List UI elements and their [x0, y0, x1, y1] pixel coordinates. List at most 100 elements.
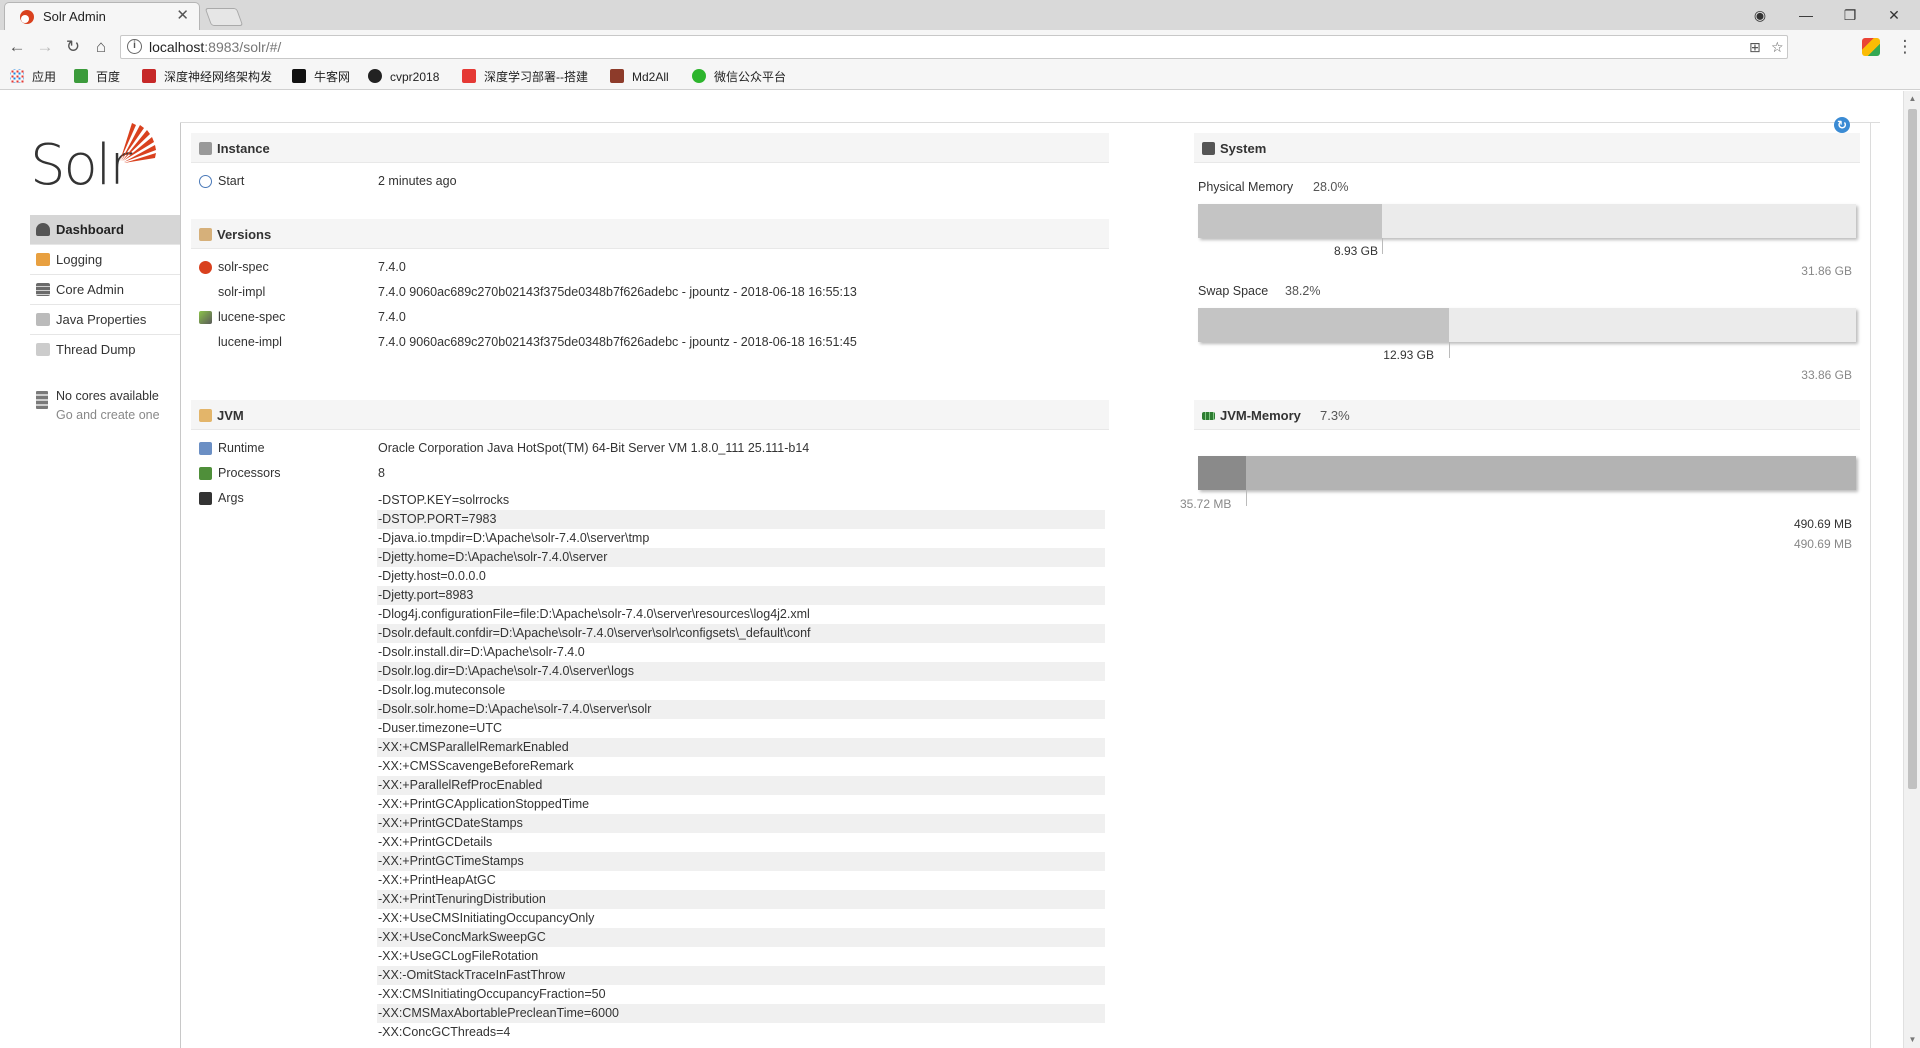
- scrollbar-thumb[interactable]: [1908, 109, 1917, 789]
- jvm-memory-tick: [1246, 490, 1247, 506]
- bookmark-baidu[interactable]: 百度: [74, 68, 120, 86]
- sidebar-item-thread-dump[interactable]: Thread Dump: [30, 335, 180, 365]
- dnn-icon: [142, 69, 156, 83]
- browser-tab[interactable]: Solr Admin ✕: [4, 2, 200, 30]
- bookmark-dnn[interactable]: 深度神经网络架构发: [142, 68, 272, 86]
- swap-space-pct: 38.2%: [1285, 284, 1321, 298]
- sidebar-item-label: Logging: [56, 252, 103, 267]
- runtime-label: Runtime: [218, 441, 265, 455]
- processors-value: 8: [378, 466, 385, 480]
- jvm-memory-used: 35.72 MB: [1180, 497, 1232, 511]
- jvm-arg-row: -XX:+UseConcMarkSweepGC: [377, 928, 1105, 947]
- nowcoder-icon: [292, 69, 306, 83]
- sidebar-item-label: Thread Dump: [56, 342, 136, 357]
- jvm-arg-row: -XX:+PrintGCApplicationStoppedTime: [378, 797, 590, 811]
- instance-panel-header: Instance: [191, 133, 1109, 163]
- minimize-button[interactable]: —: [1786, 2, 1826, 28]
- extension-icon[interactable]: [1862, 38, 1880, 56]
- md2all-icon: [610, 69, 624, 83]
- close-window-button[interactable]: ✕: [1874, 2, 1914, 28]
- physical-memory-total: 31.86 GB: [1801, 264, 1852, 278]
- forward-icon[interactable]: →: [34, 36, 56, 58]
- jvm-arg-row: -XX:CMSInitiatingOccupancyFraction=50: [378, 987, 606, 1001]
- page-scrollbar[interactable]: ▲ ▼: [1903, 91, 1920, 1048]
- bookmark-cvpr[interactable]: cvpr2018: [368, 68, 439, 86]
- processors-label: Processors: [218, 466, 281, 480]
- bookmark-deploy[interactable]: 深度学习部署--搭建: [462, 68, 588, 86]
- start-value: 2 minutes ago: [378, 174, 457, 188]
- bookmark-nowcoder[interactable]: 牛客网: [292, 68, 350, 86]
- jvm-arg-row: -Dsolr.log.dir=D:\Apache\solr-7.4.0\serv…: [377, 662, 1105, 681]
- logging-icon: [36, 253, 50, 266]
- jvm-memory-pct: 7.3%: [1320, 408, 1350, 423]
- no-cores-label: No cores available: [56, 389, 159, 403]
- sidebar-item-java-properties[interactable]: Java Properties: [30, 305, 180, 335]
- tab-close-icon[interactable]: ✕: [176, 6, 189, 24]
- bookmark-md2all[interactable]: Md2All: [610, 68, 669, 86]
- jvm-arg-row: -XX:+PrintTenuringDistribution: [377, 890, 1105, 909]
- sidebar-item-core-admin[interactable]: Core Admin: [30, 275, 180, 305]
- sidebar-item-label: Dashboard: [56, 222, 124, 237]
- jvm-arg-row: -XX:+PrintGCDateStamps: [377, 814, 1105, 833]
- bookmark-wechat[interactable]: 微信公众平台: [692, 68, 786, 86]
- sidebar-item-label: Java Properties: [56, 312, 147, 327]
- solr-logo[interactable]: Solr: [30, 121, 160, 198]
- bookmark-apps[interactable]: 应用: [10, 68, 56, 86]
- home-icon[interactable]: ⌂: [90, 36, 112, 58]
- jvm-memory-allocated: 490.69 MB: [1793, 517, 1852, 531]
- bookmark-label: 微信公众平台: [714, 70, 787, 84]
- instance-title: Instance: [217, 141, 270, 156]
- runtime-value: Oracle Corporation Java HotSpot(TM) 64-B…: [378, 441, 810, 455]
- jvm-arg-row: -DSTOP.PORT=7983: [377, 510, 1105, 529]
- bookmark-label: Md2All: [632, 70, 669, 84]
- bookmark-star-icon[interactable]: ☆: [1771, 39, 1784, 56]
- address-bar[interactable]: i localhost:8983/solr/#/ ⊞ ☆: [120, 35, 1788, 59]
- page-viewport: Solr Dashboard Logging Core Admin Java P…: [0, 91, 1903, 1048]
- versions-title: Versions: [217, 227, 272, 242]
- dashboard-icon: [36, 223, 50, 236]
- menu-icon[interactable]: ⋮: [1894, 36, 1916, 58]
- csdn-icon: [462, 69, 476, 83]
- jvm-arg-row: -Dlog4j.configurationFile=file:D:\Apache…: [378, 607, 810, 621]
- baidu-icon: [74, 69, 88, 83]
- account-icon[interactable]: ◉: [1740, 2, 1780, 28]
- physical-memory-used-fill: [1198, 204, 1382, 238]
- jvm-memory-allocated-fill: [1198, 456, 1856, 490]
- translate-icon[interactable]: ⊞: [1749, 39, 1761, 56]
- back-icon[interactable]: ←: [6, 36, 28, 58]
- swap-space-used: 12.93 GB: [1383, 348, 1434, 362]
- scroll-up-icon[interactable]: ▲: [1908, 94, 1917, 104]
- url-path: :8983/solr/#/: [204, 39, 282, 55]
- java-properties-icon: [36, 313, 50, 326]
- reload-icon[interactable]: ↻: [62, 36, 84, 58]
- jvm-arg-row: -Dsolr.default.confdir=D:\Apache\solr-7.…: [377, 624, 1105, 643]
- sidebar-item-logging[interactable]: Logging: [30, 245, 180, 275]
- sidebar-item-dashboard[interactable]: Dashboard: [30, 215, 180, 245]
- bookmark-label: cvpr2018: [390, 70, 440, 84]
- jvm-arg-row: -XX:+CMSParallelRemarkEnabled: [377, 738, 1105, 757]
- url-host: localhost: [149, 39, 205, 55]
- args-label: Args: [218, 491, 244, 505]
- versions-icon: [199, 228, 212, 241]
- jvm-memory-icon: [1202, 412, 1215, 420]
- new-tab-button[interactable]: [204, 8, 244, 26]
- swap-space-bar: [1198, 308, 1856, 342]
- restore-button[interactable]: ❐: [1830, 2, 1870, 28]
- content-right-border: [1870, 122, 1871, 1048]
- refresh-system-button[interactable]: ↻: [1834, 117, 1850, 133]
- instance-icon: [199, 142, 212, 155]
- apps-grid-icon: [10, 69, 24, 83]
- create-core-link[interactable]: Go and create one: [56, 408, 160, 422]
- jvm-arg-row: -XX:+UseGCLogFileRotation: [378, 949, 539, 963]
- processors-icon: [199, 467, 212, 480]
- version-value: 7.4.0 9060ac689c270b02143f375de0348b7f62…: [378, 285, 857, 299]
- browser-toolbar: ← → ↻ ⌂ i localhost:8983/solr/#/ ⊞ ☆ ⋮: [0, 30, 1920, 64]
- info-icon[interactable]: i: [127, 39, 142, 54]
- scroll-down-icon[interactable]: ▼: [1908, 1035, 1917, 1045]
- versions-panel-header: Versions: [191, 219, 1109, 249]
- swap-space-label: Swap Space: [1198, 284, 1269, 298]
- jvm-arg-row: -Djava.io.tmpdir=D:\Apache\solr-7.4.0\se…: [378, 531, 650, 545]
- args-icon: [199, 492, 212, 505]
- physical-memory-bar: [1198, 204, 1856, 238]
- address-text: localhost:8983/solr/#/: [149, 39, 281, 55]
